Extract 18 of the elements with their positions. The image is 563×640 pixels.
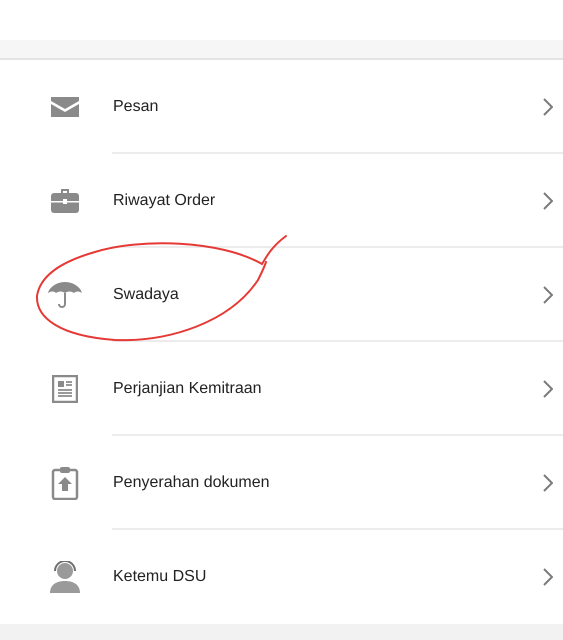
menu-item-label[interactable]: Swadaya: [113, 286, 543, 304]
menu-item-label[interactable]: Pesan: [113, 98, 543, 116]
menu-item-label[interactable]: Perjanjian Kemitraan: [113, 380, 543, 398]
chevron-right-icon: [543, 380, 553, 398]
person-headset-icon: [50, 561, 80, 593]
document-icon: [52, 375, 78, 403]
chevron-right-icon: [543, 192, 553, 210]
menu-item-label[interactable]: Penyerahan dokumen: [113, 474, 543, 492]
chevron-right-icon: [543, 474, 553, 492]
umbrella-icon: [48, 281, 82, 309]
clipboard-upload-icon: [50, 466, 78, 500]
chevron-right-icon: [543, 286, 553, 304]
briefcase-icon: [50, 189, 78, 213]
envelope-icon: [50, 97, 78, 117]
menu-item-label[interactable]: Riwayat Order: [113, 192, 543, 210]
menu-item-label[interactable]: Ketemu DSU: [113, 568, 543, 586]
chevron-right-icon: [543, 568, 553, 586]
chevron-right-icon: [543, 98, 553, 116]
